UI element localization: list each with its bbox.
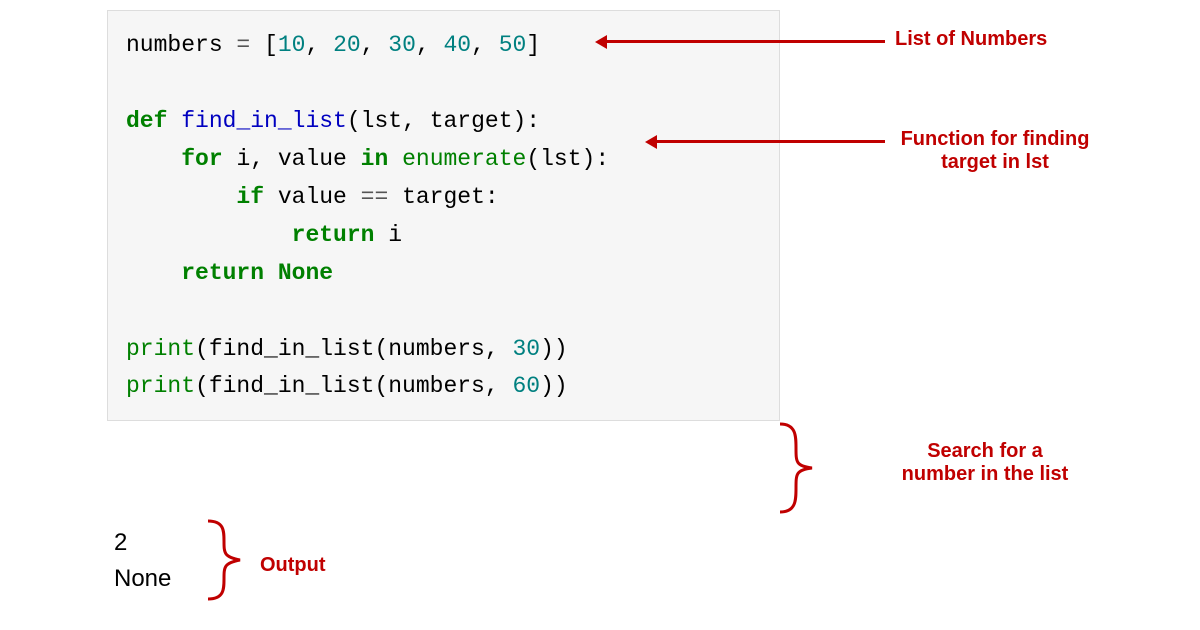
code-token: 40 <box>444 32 472 58</box>
code-token: [ <box>250 32 278 58</box>
code-token: )) <box>540 336 568 362</box>
code-block: numbers = [10, 20, 30, 40, 50] def find_… <box>107 10 780 421</box>
code-token: def <box>126 108 167 134</box>
code-token: value <box>264 184 361 210</box>
arrow-icon <box>605 40 885 43</box>
code-token: , <box>361 32 389 58</box>
code-token: numbers <box>126 32 236 58</box>
code-token: return <box>181 260 264 286</box>
code-token <box>126 260 181 286</box>
output-line: 2 <box>114 525 171 561</box>
code-token: None <box>278 260 333 286</box>
code-token: (find_in_list(numbers, <box>195 336 512 362</box>
code-token: (lst, target): <box>347 108 540 134</box>
code-token: print <box>126 373 195 399</box>
code-token: find_in_list <box>181 108 347 134</box>
code-token: return <box>292 222 375 248</box>
code-token <box>126 222 292 248</box>
code-token: 50 <box>499 32 527 58</box>
code-token: for <box>181 146 222 172</box>
code-token: if <box>236 184 264 210</box>
code-token <box>126 146 181 172</box>
code-token: 30 <box>388 32 416 58</box>
code-token <box>388 146 402 172</box>
code-token: ] <box>526 32 540 58</box>
annotation-output: Output <box>260 554 326 577</box>
code-token: , <box>305 32 333 58</box>
code-token: target: <box>388 184 498 210</box>
code-token: , <box>416 32 444 58</box>
annotation-search: Search for a number in the list <box>890 440 1080 486</box>
code-token: enumerate <box>402 146 526 172</box>
code-token <box>264 260 278 286</box>
curly-brace-icon <box>200 515 260 610</box>
code-token: 10 <box>278 32 306 58</box>
code-token: 20 <box>333 32 361 58</box>
code-token: in <box>361 146 389 172</box>
code-token: i, value <box>223 146 361 172</box>
code-token: )) <box>540 373 568 399</box>
code-token: 30 <box>512 336 540 362</box>
annotation-function: Function for finding target in lst <box>895 128 1095 174</box>
output-block: 2 None <box>114 525 171 597</box>
code-token: 60 <box>512 373 540 399</box>
code-token: print <box>126 336 195 362</box>
curly-brace-icon <box>772 418 832 523</box>
code-token: = <box>236 32 250 58</box>
annotation-list-of-numbers: List of Numbers <box>895 28 1047 51</box>
code-token <box>167 108 181 134</box>
code-token: i <box>374 222 402 248</box>
arrow-icon <box>655 140 885 143</box>
code-token: , <box>471 32 499 58</box>
code-token: (lst): <box>526 146 609 172</box>
code-token: (find_in_list(numbers, <box>195 373 512 399</box>
code-token <box>126 184 236 210</box>
output-line: None <box>114 561 171 597</box>
code-token: == <box>361 184 389 210</box>
